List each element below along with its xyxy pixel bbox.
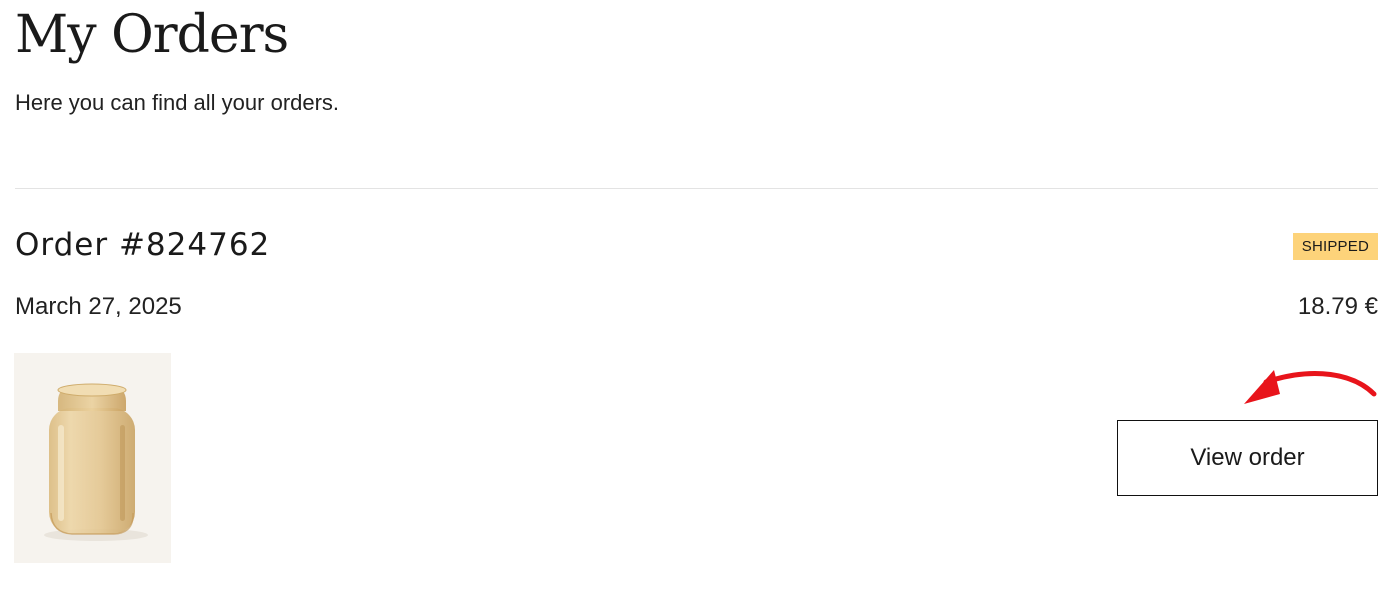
vase-image xyxy=(44,383,148,541)
orders-page: My Orders Here you can find all your ord… xyxy=(0,0,1392,595)
status-badge: SHIPPED xyxy=(1292,233,1378,260)
order-date: March 27, 2025 xyxy=(15,293,182,320)
section-divider xyxy=(15,188,1378,189)
order-number: Order #824762 xyxy=(15,227,271,263)
page-title: My Orders xyxy=(15,5,289,65)
view-order-button[interactable]: View order xyxy=(1117,420,1378,496)
red-curved-arrow-icon xyxy=(1244,370,1377,404)
order-total: 18.79 € xyxy=(1297,293,1378,320)
page-subtitle: Here you can find all your orders. xyxy=(15,90,340,115)
product-thumbnail xyxy=(14,353,171,563)
